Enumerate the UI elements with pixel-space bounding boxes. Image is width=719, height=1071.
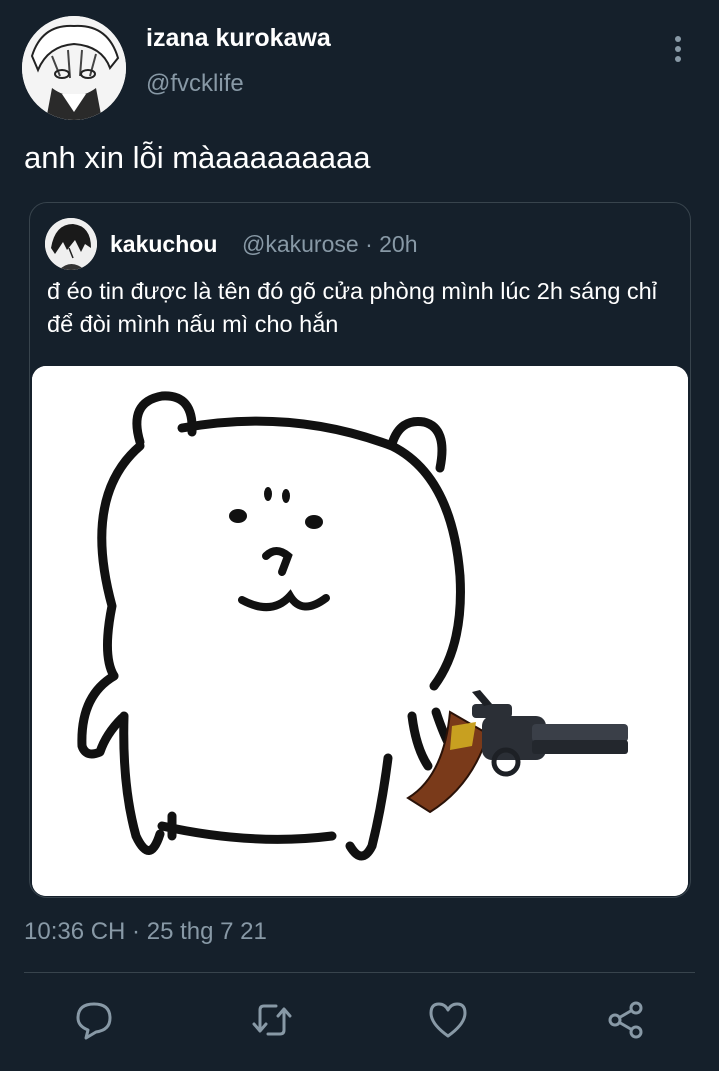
tweet-timestamp[interactable]: 10:36 CH · 25 thg 7 21 (24, 918, 267, 946)
reply-button[interactable] (70, 996, 118, 1044)
quoted-image[interactable] (32, 366, 688, 896)
tweet-text: anh xin lỗi màaaaaaaaaa (24, 140, 371, 175)
quoted-meta: @kakurose · 20h (242, 231, 418, 258)
like-button[interactable] (424, 996, 472, 1044)
more-vertical-icon[interactable] (666, 34, 690, 66)
quoted-display-name[interactable]: kakuchou (110, 231, 217, 258)
reply-icon (76, 1002, 112, 1040)
quoted-handle[interactable]: @kakurose (242, 231, 359, 257)
heart-icon (429, 1002, 467, 1038)
share-icon (608, 1001, 643, 1039)
quoted-text: đ éo tin được là tên đó gõ cửa phòng mìn… (47, 278, 657, 337)
display-name[interactable]: izana kurokawa (146, 24, 331, 53)
quoted-tweet[interactable]: kakuchou @kakurose · 20h đ éo tin được l… (29, 202, 691, 898)
retweet-icon (252, 1004, 292, 1036)
share-button[interactable] (602, 996, 650, 1044)
user-handle[interactable]: @fvcklife (146, 70, 244, 98)
quoted-avatar[interactable] (45, 218, 97, 270)
avatar[interactable] (22, 16, 126, 120)
divider (24, 972, 695, 973)
quoted-time[interactable]: 20h (379, 231, 417, 257)
quoted-separator: · (358, 231, 380, 257)
retweet-button[interactable] (248, 996, 296, 1044)
